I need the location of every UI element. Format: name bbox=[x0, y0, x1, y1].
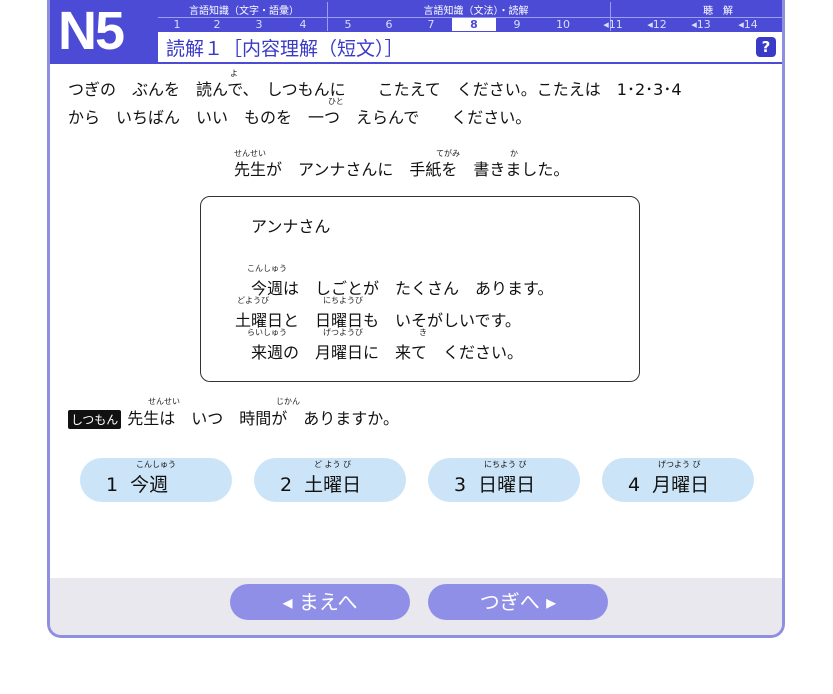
question-tag: しつもん bbox=[68, 410, 122, 429]
category-grammar-reading[interactable]: 言語知識（文法）・読解 bbox=[394, 2, 558, 17]
category-vocab[interactable]: 言語知識（文字・語彙） bbox=[164, 2, 324, 17]
letter-line-3: 来週の 月曜日に 来て ください。 bbox=[251, 343, 524, 362]
letter-line-1: 今週は しごとが たくさん あります。 bbox=[251, 279, 554, 298]
q-number-12[interactable]: ◂12 bbox=[636, 18, 678, 31]
choice-label: 1 今週 bbox=[106, 474, 169, 496]
level-logo: N5 bbox=[58, 1, 125, 61]
ruby-ki: き bbox=[419, 328, 427, 337]
q-number-11[interactable]: ◂11 bbox=[592, 18, 634, 31]
ruby-hito: ひと bbox=[328, 97, 344, 106]
choice-ruby: にちよう び bbox=[484, 460, 527, 469]
lead-sentence: 先生が アンナさんに 手紙を 書きました。 bbox=[234, 160, 570, 179]
ruby-nichiyoubi: にちようび bbox=[323, 296, 363, 305]
ruby-konshuu: こんしゅう bbox=[247, 264, 287, 273]
title-bar: 読解１［内容理解（短文）］ ? bbox=[158, 32, 782, 62]
category-listening[interactable]: 聴 解 bbox=[658, 2, 778, 17]
ruby-getsuyoubi: げつようび bbox=[323, 328, 363, 337]
choice-ruby: こんしゅう bbox=[136, 460, 176, 469]
q-number-1[interactable]: 1 bbox=[158, 18, 196, 31]
q-number-3[interactable]: 3 bbox=[238, 18, 280, 31]
app-frame: N5 言語知識（文字・語彙） 言語知識（文法）・読解 聴 解 1 2 3 4 5… bbox=[47, 0, 785, 638]
q-number-8[interactable]: 8 bbox=[452, 18, 496, 31]
prev-button[interactable]: ◂ まえへ bbox=[230, 584, 410, 620]
q-number-5[interactable]: 5 bbox=[328, 18, 368, 31]
next-button[interactable]: つぎへ ▸ bbox=[428, 584, 608, 620]
choice-ruby: げつよう び bbox=[658, 460, 701, 469]
top-bar: N5 言語知識（文字・語彙） 言語知識（文法）・読解 聴 解 1 2 3 4 5… bbox=[50, 0, 782, 64]
choice-2-button[interactable]: ど よう び 2 土曜日 bbox=[254, 458, 406, 502]
q-number-7[interactable]: 7 bbox=[410, 18, 452, 31]
choice-1-button[interactable]: こんしゅう 1 今週 bbox=[80, 458, 232, 502]
q-number-14[interactable]: ◂14 bbox=[724, 18, 772, 31]
choice-3-button[interactable]: にちよう び 3 日曜日 bbox=[428, 458, 580, 502]
ruby-doyoubi: どようび bbox=[237, 296, 269, 305]
choice-label: 4 月曜日 bbox=[628, 474, 710, 496]
help-button[interactable]: ? bbox=[756, 37, 776, 57]
ruby-yo: よ bbox=[230, 69, 238, 78]
choice-label: 3 日曜日 bbox=[454, 474, 536, 496]
q-number-6[interactable]: 6 bbox=[368, 18, 410, 31]
q-number-13[interactable]: ◂13 bbox=[680, 18, 722, 31]
instructions: つぎの ぶんを 読んで、 しつもんに こたえて ください。こたえは 1･2･3･… bbox=[68, 76, 768, 132]
q-number-4[interactable]: 4 bbox=[280, 18, 326, 31]
footer-nav: ◂ まえへ つぎへ ▸ bbox=[50, 578, 782, 635]
ruby-raishuu: らいしゅう bbox=[247, 328, 287, 337]
question-number-row: 1 2 3 4 5 6 7 8 9 10 ◂11 ◂12 ◂13 ◂14 bbox=[158, 18, 782, 31]
letter-greeting: アンナさん bbox=[251, 217, 331, 236]
page-title: 読解１［内容理解（短文）］ bbox=[166, 38, 404, 60]
instruction-line-1: つぎの ぶんを 読んで、 しつもんに こたえて ください。こたえは 1･2･3･… bbox=[68, 80, 682, 99]
q-number-10[interactable]: 10 bbox=[538, 18, 588, 31]
question: しつもん 先生は いつ 時間が ありますか。 bbox=[68, 405, 399, 429]
q-number-2[interactable]: 2 bbox=[196, 18, 238, 31]
choice-ruby: ど よう び bbox=[314, 460, 352, 469]
question-text: 先生は いつ 時間が ありますか。 bbox=[127, 409, 399, 428]
letter-box: アンナさん こんしゅう 今週は しごとが たくさん あります。 どようび にちよ… bbox=[200, 196, 640, 382]
choice-label: 2 土曜日 bbox=[280, 474, 362, 496]
choice-4-button[interactable]: げつよう び 4 月曜日 bbox=[602, 458, 754, 502]
category-row: 言語知識（文字・語彙） 言語知識（文法）・読解 聴 解 bbox=[158, 2, 782, 17]
instruction-line-2: から いちばん いい ものを 一つ えらんで ください。 bbox=[68, 108, 532, 127]
q-number-9[interactable]: 9 bbox=[496, 18, 538, 31]
